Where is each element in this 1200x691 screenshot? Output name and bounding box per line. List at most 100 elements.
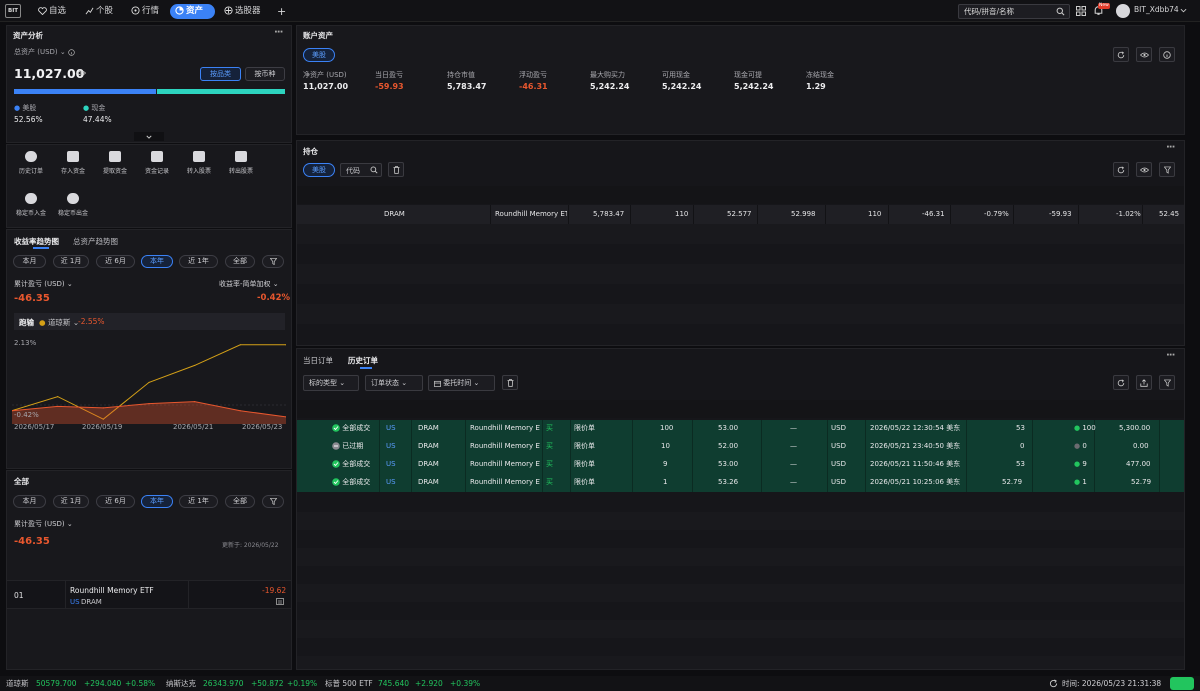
- metric-frozen-cash-value: 1.29: [806, 82, 826, 91]
- orders-delete-button[interactable]: [502, 375, 518, 390]
- orders-filter-button[interactable]: [1159, 375, 1175, 390]
- search-input[interactable]: 代码/拼音/名称: [958, 4, 1070, 19]
- holdings-filter-button[interactable]: [1159, 162, 1175, 177]
- connection-link-icon[interactable]: [1170, 677, 1194, 690]
- all-range-all[interactable]: 全部: [225, 495, 255, 508]
- order-status-filter[interactable]: 订单状态 ⌄: [365, 375, 423, 391]
- nav-market[interactable]: 行情: [126, 4, 164, 19]
- asset-analysis-title: 资产分析: [13, 31, 43, 40]
- asset-type-filter[interactable]: 标的类型 ⌄: [303, 375, 359, 391]
- holdings-visibility-button[interactable]: [1136, 162, 1152, 177]
- transfer-out-stock-action[interactable]: 转出股票: [218, 151, 264, 175]
- fund-records-action[interactable]: 资金记录: [134, 151, 180, 175]
- cumulative-pnl-label[interactable]: 累计盈亏 (USD) ⌄: [14, 279, 73, 289]
- range-all[interactable]: 全部: [225, 255, 255, 268]
- refresh-button[interactable]: [1113, 47, 1129, 62]
- all-range-1y[interactable]: 近 1年: [179, 495, 218, 508]
- nav-watchlist[interactable]: 自选: [33, 4, 71, 19]
- total-assets-label[interactable]: 总资产 (USD) ⌄: [14, 47, 75, 57]
- range-ytd[interactable]: 本年: [141, 255, 173, 268]
- metric-daily-pnl-label: 当日盈亏: [375, 71, 403, 79]
- all-range-1m[interactable]: 近 1月: [53, 495, 89, 508]
- order-status: 已过期: [332, 438, 363, 455]
- allocation-bar-cash: [157, 89, 285, 94]
- tab-today-orders[interactable]: 当日订单: [303, 355, 333, 366]
- row-detail-icon[interactable]: [276, 598, 284, 605]
- deposit-label: 存入资金: [60, 168, 85, 175]
- holding-quantity: 110: [675, 210, 689, 218]
- order-row[interactable]: 全部成交 US DRAM Roundhill Memory ET 买 限价单 1…: [297, 474, 1184, 492]
- nav-assets[interactable]: 资产: [170, 4, 215, 19]
- order-trigger: —: [790, 460, 797, 468]
- all-range-ytd[interactable]: 本年: [141, 495, 173, 508]
- tab-return-trend[interactable]: 收益率趋势图: [14, 236, 59, 247]
- collapse-toggle[interactable]: [134, 132, 164, 141]
- holdings-market-tab[interactable]: 美股: [303, 163, 335, 177]
- orders-more-icon[interactable]: ···: [1166, 350, 1175, 361]
- ticker-spy-name: 标普 500 ETF: [325, 679, 373, 688]
- range-this-month[interactable]: 本月: [13, 255, 46, 268]
- username[interactable]: BIT_Xdbb74: [1134, 5, 1179, 14]
- user-avatar[interactable]: [1116, 4, 1130, 18]
- order-market: US: [386, 424, 396, 432]
- search-icon: [1056, 7, 1065, 16]
- holdings-delete-button[interactable]: [388, 162, 404, 177]
- orders-refresh-button[interactable]: [1113, 375, 1129, 390]
- add-tab-button[interactable]: +: [272, 4, 291, 19]
- legend-cash-pct: 47.44%: [83, 115, 112, 124]
- series-point: [57, 405, 59, 408]
- holding-row[interactable]: DRAM Roundhill Memory ET 5,783.47 110 52…: [297, 205, 1184, 224]
- stablecoin-withdraw-action[interactable]: 稳定币出金: [50, 193, 96, 217]
- x-label-2: 2026/05/19: [82, 423, 123, 431]
- tab-asset-trend[interactable]: 总资产趋势图: [73, 236, 118, 247]
- account-market-tab[interactable]: 美股: [303, 48, 335, 62]
- range-1m[interactable]: 近 1月: [53, 255, 89, 268]
- order-filled-qty: ● 9: [1074, 460, 1087, 468]
- stablecoin-deposit-action[interactable]: 稳定币入金: [8, 193, 54, 217]
- all-pnl-label[interactable]: 累计盈亏 (USD) ⌄: [14, 519, 73, 529]
- order-time: 2026/05/22 12:30:54 美东: [870, 424, 961, 432]
- withdraw-action[interactable]: 提取资金: [92, 151, 138, 175]
- all-filter-button[interactable]: [262, 495, 284, 508]
- history-orders-action[interactable]: 历史订单: [8, 151, 54, 175]
- order-currency: USD: [831, 442, 846, 450]
- by-currency-button[interactable]: 按币种: [245, 67, 285, 81]
- nav-stock[interactable]: 个股: [80, 4, 118, 19]
- filter-button[interactable]: [262, 255, 284, 268]
- order-avg-price: 53: [1016, 424, 1025, 432]
- nav-screener[interactable]: 选股器: [219, 4, 266, 19]
- code-filter-input[interactable]: 代码: [340, 163, 382, 177]
- order-row[interactable]: 已过期 US DRAM Roundhill Memory ET 买 限价单 10…: [297, 438, 1184, 456]
- sync-icon[interactable]: [1049, 679, 1058, 688]
- range-1y[interactable]: 近 1年: [179, 255, 218, 268]
- orders-stripe: [297, 656, 1184, 669]
- info-button[interactable]: [1159, 47, 1175, 62]
- all-pnl-value: -46.35: [14, 536, 50, 547]
- visibility-button[interactable]: [1136, 47, 1152, 62]
- legend-us-label: 美股: [22, 104, 37, 112]
- all-range-6m[interactable]: 近 6月: [96, 495, 135, 508]
- transfer-in-stock-action[interactable]: 转入股票: [176, 151, 222, 175]
- by-category-button[interactable]: 按品类: [200, 67, 241, 81]
- legend-us: ● 美股: [14, 104, 37, 112]
- order-qty: 1: [663, 478, 668, 486]
- holdings-refresh-button[interactable]: [1113, 162, 1129, 177]
- all-range-this-month[interactable]: 本月: [13, 495, 46, 508]
- return-method-select[interactable]: 收益率-简单加权 ⌄: [219, 279, 279, 289]
- benchmark-select[interactable]: ● 道琼斯 ⌄: [39, 317, 79, 328]
- order-row[interactable]: 全部成交 US DRAM Roundhill Memory ET 买 限价单 9…: [297, 456, 1184, 474]
- eye-icon[interactable]: [77, 70, 86, 76]
- orders-export-button[interactable]: [1136, 375, 1152, 390]
- filter-icon: [1164, 166, 1171, 174]
- order-row[interactable]: 全部成交 US DRAM Roundhill Memory ET 买 限价单 1…: [297, 420, 1184, 438]
- holding-pnl-row[interactable]: 01 Roundhill Memory ETF US DRAM -19.62: [7, 580, 291, 609]
- deposit-action[interactable]: 存入资金: [50, 151, 96, 175]
- orders-stripe: [297, 512, 1184, 530]
- holdings-more-icon[interactable]: ···: [1166, 142, 1175, 153]
- chevron-down-icon[interactable]: [1180, 8, 1187, 13]
- grid-menu-icon[interactable]: [1076, 6, 1086, 16]
- tab-history-orders[interactable]: 历史订单: [348, 355, 378, 366]
- more-icon[interactable]: ···: [274, 27, 283, 38]
- range-6m[interactable]: 近 6月: [96, 255, 135, 268]
- order-time-filter[interactable]: 委托时间 ⌄: [428, 375, 495, 391]
